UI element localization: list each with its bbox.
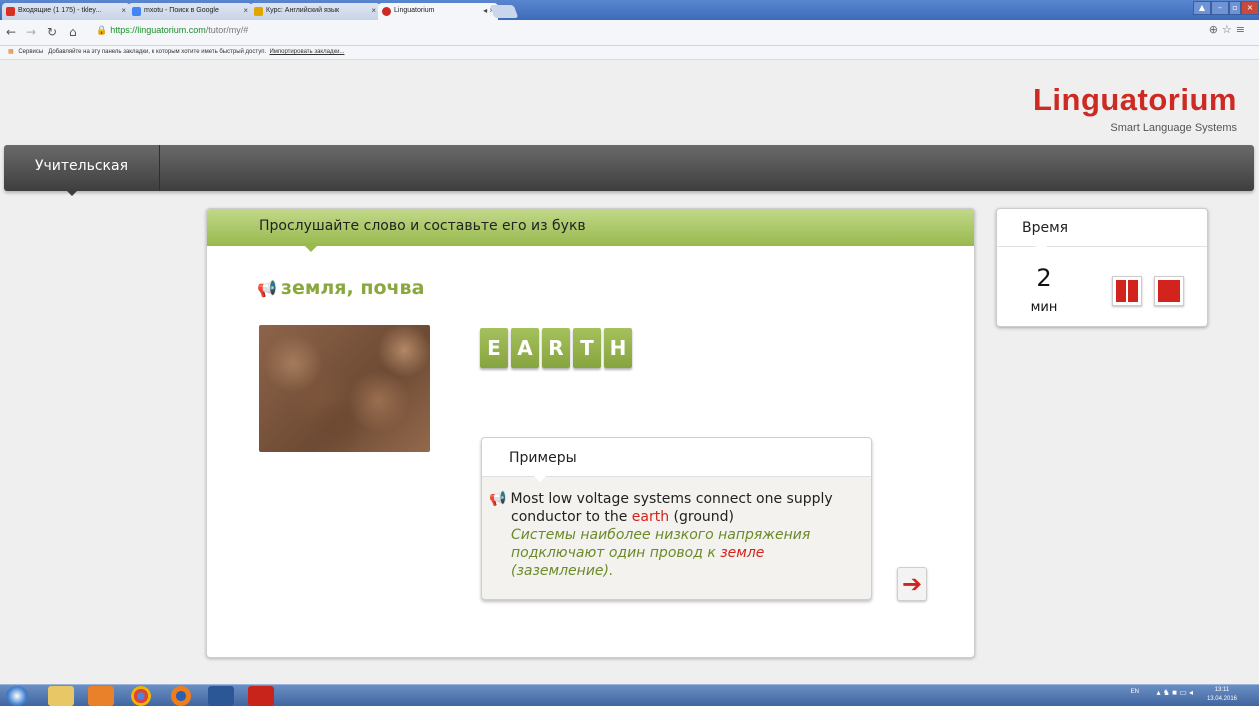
examples-box: Примеры 📢 Most low voltage systems connec…: [481, 437, 872, 600]
target-word: 📢 земля, почва: [257, 277, 424, 299]
examples-title: Примеры: [482, 438, 871, 477]
forward-arrow-icon[interactable]: →: [26, 25, 36, 39]
start-button[interactable]: [6, 686, 28, 706]
tab-linguatorium[interactable]: Linguatorium ◂ ×: [378, 3, 498, 20]
letter-tile[interactable]: T: [573, 328, 601, 368]
media-player-icon[interactable]: [88, 686, 114, 706]
letter-tile[interactable]: E: [480, 328, 508, 368]
course-icon: [254, 7, 263, 16]
home-icon[interactable]: ⌂: [69, 25, 77, 39]
url-host: https://linguatorium.com: [110, 25, 206, 35]
example-en-highlight: earth: [631, 509, 670, 525]
close-icon[interactable]: ×: [371, 3, 376, 19]
main-nav: Учительская: [4, 145, 1254, 191]
linguatorium-icon: [382, 7, 391, 16]
site-tagline: Smart Language Systems: [1110, 122, 1237, 134]
firefox-icon[interactable]: [171, 686, 191, 706]
tab-gmail[interactable]: Входящие (1 175) - tkley... ×: [2, 3, 130, 20]
letter-tile[interactable]: R: [542, 328, 570, 368]
soil-image: [259, 325, 430, 452]
acrobat-icon[interactable]: [248, 686, 274, 706]
minimize-button[interactable]: –: [1211, 1, 1229, 15]
exercise-instruction: Прослушайте слово и составьте его из бук…: [207, 209, 974, 246]
apps-icon[interactable]: ▦: [8, 49, 14, 55]
site-logo[interactable]: Linguatorium: [1033, 82, 1237, 118]
taskbar: EN ▴ ♞ ■ ▭ ◂ 13:11 13.04.2016: [0, 684, 1259, 706]
tab-label: Входящие (1 175) - tkley...: [18, 7, 102, 14]
exercise-panel: Прослушайте слово и составьте его из бук…: [206, 208, 975, 658]
nav-item-teachers-room[interactable]: Учительская: [4, 145, 160, 191]
url-field[interactable]: 🔒 https://linguatorium.com/tutor/my/#: [96, 24, 248, 36]
tab-label: Курс: Английский язык: [266, 7, 340, 14]
stop-button[interactable]: [1154, 276, 1184, 306]
tray-icons[interactable]: ▴ ♞ ■ ▭ ◂: [1157, 688, 1193, 697]
bookmarks-apps-label[interactable]: Сервисы: [18, 49, 43, 55]
word-icon[interactable]: [208, 686, 234, 706]
new-tab-button[interactable]: [489, 5, 519, 18]
clock-date: 13.04.2016: [1206, 696, 1237, 702]
tab-label: mxotu - Поиск в Google: [144, 7, 219, 14]
example-sentence: 📢 Most low voltage systems connect one su…: [489, 490, 869, 580]
next-arrow-button[interactable]: ➔: [897, 567, 927, 601]
nav-active-pointer: [66, 190, 78, 196]
user-icon[interactable]: ▲: [1193, 1, 1211, 15]
letter-tile[interactable]: A: [511, 328, 539, 368]
google-icon: [132, 7, 141, 16]
lock-icon: 🔒: [96, 25, 108, 35]
language-indicator[interactable]: EN: [1131, 689, 1139, 695]
timer-widget: Время 2 мин: [996, 208, 1208, 327]
timer-pointer: [1035, 246, 1047, 252]
clock-time: 13:11: [1214, 687, 1230, 693]
zoom-star-menu-icons[interactable]: ⊕☆≡: [1209, 23, 1249, 36]
tab-label: Linguatorium: [394, 7, 435, 14]
explorer-icon[interactable]: [48, 686, 74, 706]
close-icon[interactable]: ×: [243, 3, 248, 19]
reload-icon[interactable]: ↻: [47, 25, 57, 39]
timer-value: 2: [1036, 264, 1052, 292]
tab-google-search[interactable]: mxotu - Поиск в Google ×: [128, 3, 252, 20]
browser-tab-strip: Входящие (1 175) - tkley... × mxotu - По…: [0, 0, 1259, 20]
url-path: /tutor/my/#: [205, 25, 249, 35]
example-english: 📢 Most low voltage systems connect one su…: [489, 490, 869, 526]
example-ru-highlight: земле: [720, 545, 765, 561]
speaker-icon[interactable]: 📢: [257, 279, 277, 298]
address-bar: ← → ↻ ⌂ 🔒 https://linguatorium.com/tutor/…: [0, 20, 1259, 46]
instruction-pointer: [304, 245, 318, 252]
tab-course[interactable]: Курс: Английский язык ×: [250, 3, 380, 20]
speaker-icon[interactable]: 📢: [489, 491, 506, 507]
example-en-tail: (ground): [669, 509, 735, 525]
timer-unit: мин: [1030, 300, 1058, 315]
system-clock[interactable]: 13:11 13.04.2016: [1207, 686, 1237, 704]
letter-tile[interactable]: H: [604, 328, 632, 368]
letter-tiles: E A R T H: [480, 328, 632, 368]
back-arrow-icon[interactable]: ←: [6, 25, 16, 39]
bookmarks-prompt: Добавляйте на эту панель закладки, к кот…: [48, 49, 267, 55]
word-translation: земля, почва: [280, 277, 425, 299]
chrome-icon[interactable]: [131, 686, 151, 706]
example-ru-tail: (заземление).: [511, 563, 614, 579]
close-icon[interactable]: ×: [121, 3, 126, 19]
timer-title: Время: [997, 209, 1207, 247]
pause-button[interactable]: [1112, 276, 1142, 306]
examples-pointer: [534, 476, 546, 482]
example-ru-text: Системы наиболее низкого напряжения подк…: [511, 527, 811, 561]
bookmarks-bar: ▦ Сервисы Добавляйте на эту панель закла…: [0, 46, 1259, 60]
window-close-button[interactable]: ×: [1241, 1, 1259, 15]
import-bookmarks-link[interactable]: Импортировать закладки...: [269, 49, 344, 55]
gmail-icon: [6, 7, 15, 16]
maximize-button[interactable]: ▫: [1229, 1, 1241, 15]
example-russian: Системы наиболее низкого напряжения подк…: [489, 526, 869, 580]
